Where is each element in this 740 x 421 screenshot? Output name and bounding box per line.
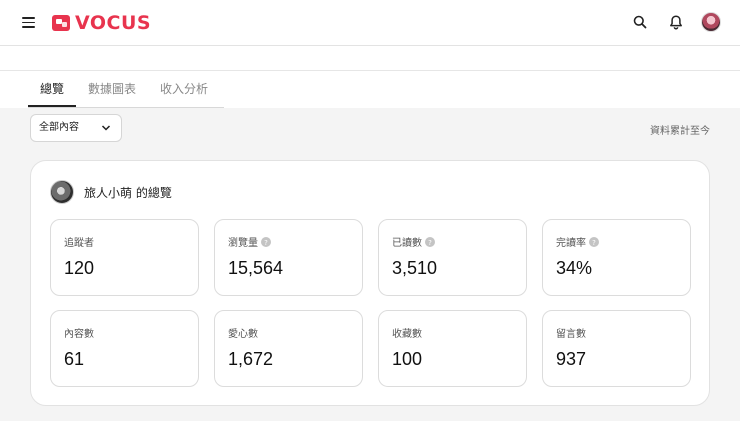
vocus-logo[interactable]: VOCUS	[51, 12, 151, 34]
stat-value: 100	[392, 349, 423, 369]
panel-header: 旅人小萌 的總覽	[50, 179, 172, 205]
stat-label: 內容數	[64, 329, 94, 340]
tab-income-analysis[interactable]: 收入分析	[148, 72, 220, 107]
tab-overview[interactable]: 總覽	[28, 72, 77, 107]
stat-label: 愛心數	[228, 329, 258, 340]
bell-icon[interactable]	[668, 14, 684, 30]
stat-card-comments: 留言數 937	[542, 310, 691, 387]
svg-text:?: ?	[592, 239, 596, 247]
search-icon[interactable]	[632, 14, 648, 30]
stat-label: 瀏覽量	[228, 238, 258, 249]
stat-label: 留言數	[556, 329, 586, 340]
vocus-logo-mark-icon	[52, 15, 70, 31]
data-accumulated-note: 資料累計至今	[650, 126, 710, 137]
logo-text: VOCUS	[75, 12, 152, 34]
menu-icon[interactable]	[22, 17, 35, 28]
stat-card-completion-rate: 完讀率 ? 34%	[542, 219, 691, 296]
stat-card-likes: 愛心數 1,672	[214, 310, 363, 387]
stat-value: 3,510	[392, 258, 438, 278]
panel-title: 旅人小萌 的總覽	[84, 185, 172, 200]
stat-card-bookmarks: 收藏數 100	[378, 310, 527, 387]
svg-text:?: ?	[428, 239, 432, 247]
tab-data-charts[interactable]: 數據圖表	[76, 72, 148, 107]
stat-value: 937	[556, 349, 587, 369]
stat-card-followers: 追蹤者 120	[50, 219, 199, 296]
stat-value: 34%	[556, 258, 593, 278]
stat-value: 1,672	[228, 349, 274, 369]
stat-label: 完讀率	[556, 238, 586, 249]
overview-panel: 旅人小萌 的總覽 追蹤者 120 瀏覽量 ? 15,564 已讀數 ? 3,51…	[30, 160, 710, 406]
overview-tabs: 總覽 數據圖表 收入分析	[28, 72, 224, 108]
svg-text:?: ?	[264, 239, 268, 247]
author-avatar	[50, 180, 74, 204]
content-filter-dropdown[interactable]: 全部內容	[30, 114, 122, 142]
stat-card-reads: 已讀數 ? 3,510	[378, 219, 527, 296]
help-icon[interactable]: ?	[589, 236, 599, 247]
stat-value: 15,564	[228, 258, 284, 278]
chevron-down-icon	[101, 125, 111, 131]
main-content: 全部內容 資料累計至今 旅人小萌 的總覽 追蹤者 120 瀏覽量 ? 15,56…	[0, 108, 740, 421]
stat-value: 61	[64, 349, 85, 369]
top-navbar: VOCUS	[0, 0, 740, 46]
stat-label: 追蹤者	[64, 238, 94, 249]
stat-label: 收藏數	[392, 329, 422, 340]
help-icon[interactable]: ?	[261, 236, 271, 247]
filter-selected-label: 全部內容	[39, 122, 79, 133]
stat-card-content-count: 內容數 61	[50, 310, 199, 387]
stat-value: 120	[64, 258, 95, 278]
stat-label: 已讀數	[392, 238, 422, 249]
sub-header-bar	[0, 46, 740, 71]
help-icon[interactable]: ?	[425, 236, 435, 247]
stat-card-views: 瀏覽量 ? 15,564	[214, 219, 363, 296]
user-avatar[interactable]	[701, 12, 721, 32]
